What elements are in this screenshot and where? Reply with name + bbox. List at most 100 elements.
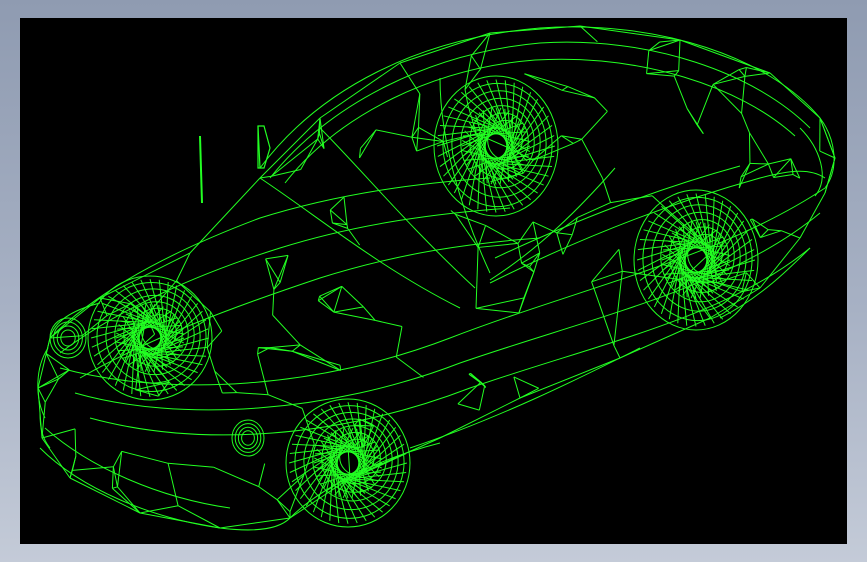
wheel-rear-right [633,189,759,331]
mesh-edge [485,225,519,244]
mesh-edge [37,337,51,389]
body-contour [319,127,476,289]
mesh-edge [49,335,83,339]
mesh-edge [610,195,653,204]
mesh-edge [112,486,118,489]
mesh-edge [613,271,623,346]
mesh-edge [258,486,278,501]
mesh-edge [678,39,681,71]
headlight-ring [234,423,262,453]
mesh-edge [513,376,539,389]
mesh-edge [416,140,444,152]
mesh-edge [343,197,348,225]
mesh-edge [601,177,612,203]
mesh-edge [121,450,169,464]
mesh-edge [738,163,751,189]
car-body-mesh [37,25,836,531]
mesh-edge [139,512,221,529]
mesh-edge [176,280,211,313]
mesh-edge [99,252,191,299]
mesh-edge [513,376,521,399]
headlight-ring [241,430,255,446]
headlight-ring [231,419,265,457]
mesh-edge [773,158,792,178]
mesh-edge [265,258,275,290]
mesh-edge [395,356,424,378]
mesh-edge [318,300,335,313]
mesh-edge [411,136,444,142]
mesh-edge [478,385,486,411]
mesh-edge [489,25,581,34]
mesh-edge [594,97,608,112]
mesh-edge [673,75,688,109]
antenna-mesh [199,125,271,204]
wheel-rear-left [433,75,559,217]
mesh-edge [470,55,481,70]
mesh-edge [769,72,821,119]
mesh-edge [478,242,519,248]
mesh-edge [213,466,259,488]
mesh-edge [768,158,791,165]
mesh-edge [258,463,266,487]
mesh-edge [519,357,621,399]
mesh-edge [781,230,801,239]
mesh-edge [49,297,101,339]
mesh-edge [176,252,191,281]
wheel-ring [633,189,759,331]
mesh-edge [457,381,482,405]
mesh-edge [749,162,769,165]
mesh-edge [41,402,46,439]
body-contour [409,347,641,449]
mesh-edge [346,224,349,229]
mesh-edge [117,451,123,487]
body-contour [799,127,823,197]
mesh-edge [613,345,621,359]
mesh-edge [300,138,319,170]
mesh-edge [475,247,479,309]
mesh-edge [299,344,341,371]
mesh-edge [416,127,420,152]
wheels-group [87,75,759,528]
car-wireframe-model [37,25,836,531]
mesh-edge [591,281,615,346]
mesh-edge [219,517,291,529]
mesh-edge [738,66,747,71]
mesh-edge [375,129,413,138]
mesh-edge [768,229,782,232]
mesh-edge [824,157,836,194]
graphics-viewport[interactable] [20,18,847,544]
mesh-edge [139,505,179,514]
mesh-edge [524,73,568,88]
headlight-ring [53,321,83,355]
mesh-edge [581,110,608,140]
mesh-edge [581,138,603,179]
mesh-edge [292,350,341,371]
mesh-edge [477,225,487,248]
mesh-edge [744,67,747,77]
mesh-edge [276,499,291,519]
mesh-edge [648,41,661,52]
mesh-edge [579,25,681,41]
mesh-edge [257,347,259,355]
mesh-edge [112,466,118,487]
mesh-edge [276,499,291,513]
mesh-edge [475,307,519,314]
mesh-edge [395,326,403,358]
mesh-edge [37,369,70,389]
mesh-edge [272,314,301,346]
mesh-edge [517,221,534,244]
mesh-edge [269,344,301,349]
mesh-edge [738,69,746,77]
mesh-edge [74,428,77,457]
antenna-rod [199,135,203,204]
mesh-edge [319,62,401,119]
mesh-edge [467,105,477,134]
mesh-edge [112,487,141,514]
mesh-edge [236,392,269,396]
mesh-edge [618,249,623,272]
mesh-edge [561,86,569,91]
mesh-edge [712,84,742,114]
mesh-edge [272,289,275,316]
mesh-edge [189,177,261,254]
mesh-edge [686,108,704,134]
